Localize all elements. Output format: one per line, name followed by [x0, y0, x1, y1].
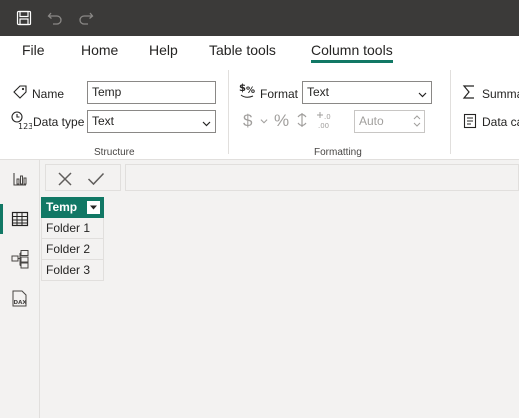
ribbon-tabs: File Home Help Table tools Column tools — [0, 36, 519, 66]
sigma-icon — [461, 83, 477, 101]
svg-text:$: $ — [239, 83, 246, 94]
percent-button[interactable]: % — [274, 111, 289, 131]
chevron-down-icon[interactable] — [259, 116, 269, 126]
dax-query-view-icon[interactable]: DAX — [0, 280, 40, 318]
data-category-icon — [462, 112, 478, 130]
table-view-icon[interactable] — [0, 200, 40, 238]
data-type-select[interactable]: Text — [87, 110, 216, 133]
decimal-places-icon[interactable]: .0.00 — [315, 110, 335, 130]
redo-icon[interactable] — [76, 8, 96, 28]
tab-file[interactable]: File — [22, 42, 45, 58]
svg-text:%: % — [246, 86, 255, 96]
comma-style-icon[interactable] — [294, 111, 310, 129]
data-grid: Temp Folder 1 Folder 2 Folder 3 — [41, 197, 104, 281]
data-type-value: Text — [92, 114, 115, 128]
svg-text:.0: .0 — [324, 113, 331, 121]
formula-bar — [41, 160, 519, 194]
svg-text:DAX: DAX — [14, 300, 28, 306]
column-header-label: Temp — [46, 200, 78, 214]
undo-icon[interactable] — [45, 8, 65, 28]
svg-text:123: 123 — [18, 122, 32, 130]
spin-arrows-icon[interactable] — [413, 113, 421, 132]
decimal-places-stepper[interactable]: Auto — [354, 110, 425, 133]
data-type-icon: 123 — [10, 110, 32, 130]
currency-button[interactable]: $ — [243, 111, 252, 131]
table-cell[interactable]: Folder 1 — [41, 218, 104, 239]
formula-input[interactable] — [125, 164, 519, 191]
summarization-label[interactable]: Summa — [482, 87, 519, 101]
column-header-temp[interactable]: Temp — [41, 197, 104, 218]
tab-column-tools[interactable]: Column tools — [311, 42, 393, 63]
tab-home[interactable]: Home — [81, 42, 118, 58]
format-icon: $% — [238, 81, 258, 101]
left-nav: DAX — [0, 160, 40, 418]
structure-group-label: Structure — [94, 147, 135, 158]
decimal-places-value: Auto — [359, 114, 384, 128]
ribbon: Name Temp 123 Data type Text Structure $… — [0, 66, 519, 160]
chevron-down-icon — [202, 117, 211, 131]
ribbon-separator — [450, 70, 451, 154]
format-select[interactable]: Text — [302, 81, 432, 104]
format-value: Text — [307, 85, 330, 99]
formatting-group-label: Formatting — [314, 147, 362, 158]
column-filter-dropdown-icon[interactable] — [86, 200, 101, 215]
save-icon[interactable] — [14, 8, 34, 28]
table-cell[interactable]: Folder 2 — [41, 239, 104, 260]
data-type-label: Data type — [33, 115, 85, 129]
svg-text:.00: .00 — [318, 122, 329, 130]
tag-icon — [11, 83, 29, 101]
cancel-icon[interactable] — [56, 170, 74, 188]
chevron-down-icon — [418, 88, 427, 102]
name-input[interactable]: Temp — [87, 81, 216, 104]
model-view-icon[interactable] — [0, 240, 40, 278]
title-bar — [0, 0, 519, 36]
ribbon-separator — [228, 70, 229, 154]
formula-actions — [45, 164, 121, 191]
data-category-label[interactable]: Data ca — [482, 115, 519, 129]
commit-check-icon[interactable] — [86, 170, 106, 188]
name-label: Name — [32, 87, 65, 101]
report-view-icon[interactable] — [0, 160, 40, 198]
tab-table-tools[interactable]: Table tools — [209, 42, 276, 58]
tab-help[interactable]: Help — [149, 42, 178, 58]
format-label: Format — [260, 87, 299, 101]
table-cell[interactable]: Folder 3 — [41, 260, 104, 281]
